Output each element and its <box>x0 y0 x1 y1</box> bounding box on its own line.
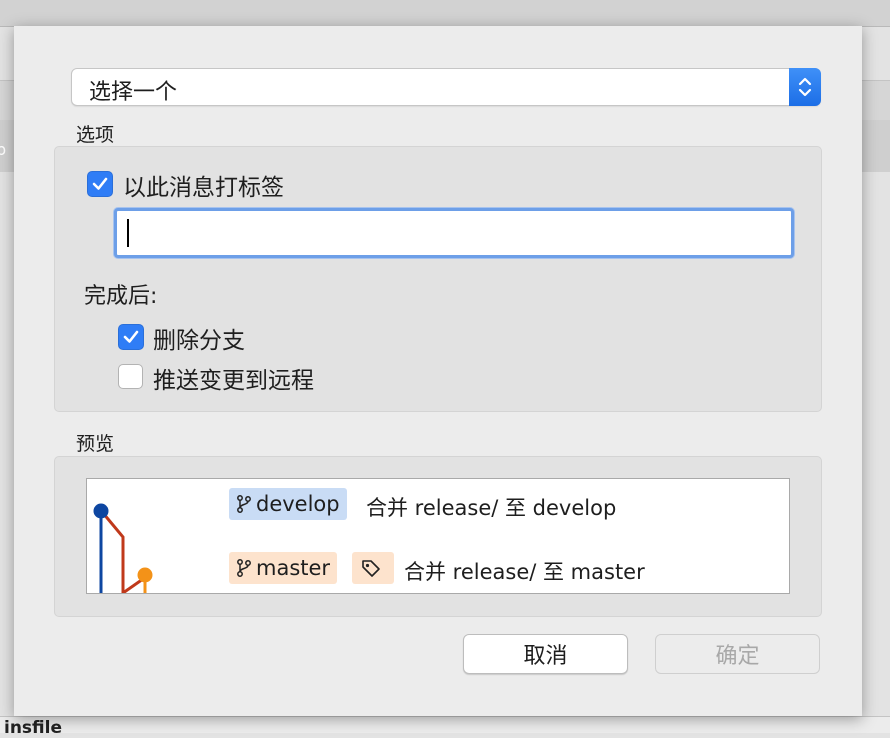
master-commit-message: 合并 release/ 至 master <box>404 560 645 584</box>
options-section-label: 选项 <box>76 124 115 146</box>
tag-icon <box>362 560 380 577</box>
background-titlebar <box>0 0 890 27</box>
tag-badge <box>352 552 394 584</box>
push-remote-label: 推送变更到远程 <box>153 368 314 394</box>
tag-message-input[interactable] <box>114 208 794 258</box>
after-finish-label: 完成后: <box>84 284 158 309</box>
background-bottom-text: insfile <box>4 718 63 738</box>
delete-branch-checkbox[interactable] <box>118 324 144 350</box>
branch-icon <box>237 559 251 577</box>
cancel-button[interactable]: 取消 <box>463 634 628 674</box>
master-branch-name: master <box>256 556 331 580</box>
commit-graph-lines <box>93 503 153 593</box>
delete-branch-label: 删除分支 <box>153 328 245 354</box>
master-branch-badge: master <box>229 552 338 584</box>
finish-release-dialog: 选择一个 选项 以此消息打标签 完成后: 删除分支 推送变更到远程 预览 dev… <box>14 26 862 716</box>
background-toolbar-left <box>0 80 14 122</box>
preview-section-label: 预览 <box>76 433 115 455</box>
background-bottom-bar <box>0 716 890 733</box>
release-select[interactable]: 选择一个 <box>71 68 821 106</box>
tag-message-label: 以此消息打标签 <box>123 175 284 201</box>
branch-icon <box>237 495 251 513</box>
master-commit-dot <box>137 567 153 583</box>
develop-branch-badge: develop <box>229 488 347 520</box>
push-remote-checkbox[interactable] <box>118 364 143 389</box>
up-down-chevron-icon[interactable] <box>789 68 821 106</box>
release-select-value: 选择一个 <box>89 80 178 105</box>
develop-commit-message: 合并 release/ 至 develop <box>366 496 617 520</box>
develop-commit-dot <box>93 503 109 519</box>
ok-button[interactable]: 确定 <box>655 634 820 674</box>
develop-branch-name: develop <box>256 492 340 516</box>
commit-graph-preview: develop 合并 release/ 至 develop master 合并 … <box>86 478 790 594</box>
background-fragment-text: p <box>0 140 7 159</box>
release-to-master-line <box>122 577 144 593</box>
tag-message-checkbox[interactable] <box>87 171 113 197</box>
background-toolbar-right <box>862 80 890 122</box>
text-caret <box>127 219 129 247</box>
release-line <box>101 512 125 593</box>
background-row-right <box>862 120 890 172</box>
